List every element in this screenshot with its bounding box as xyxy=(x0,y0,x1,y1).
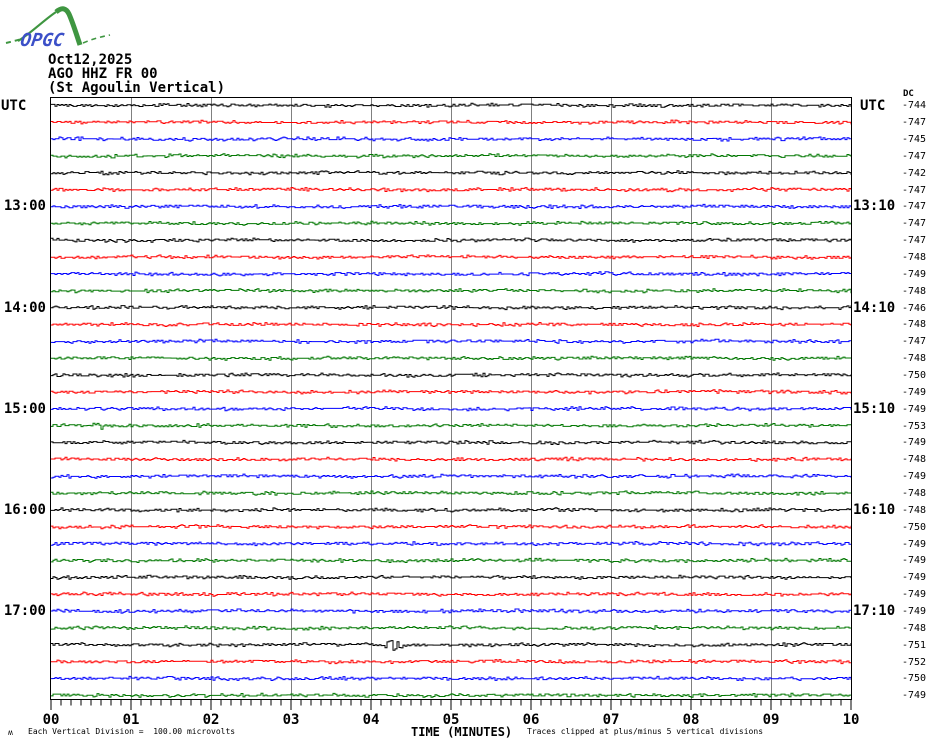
dc-offset-value: -749 xyxy=(902,606,927,617)
hour-label-right: 17:10 xyxy=(853,603,896,619)
dc-offset-value: -749 xyxy=(902,437,927,449)
dc-offset-value: -749 xyxy=(902,403,927,415)
dc-offset-value: -749 xyxy=(902,572,927,584)
x-axis-ticks xyxy=(50,700,852,710)
dc-offset-value: -748 xyxy=(902,353,927,365)
opgc-logo: OPGC xyxy=(4,2,114,54)
plot-date: Oct12,2025 xyxy=(48,52,133,68)
hour-label-left: 17:00 xyxy=(3,603,46,619)
clip-note: Traces clipped at plus/minus 5 vertical … xyxy=(527,727,764,736)
station-code: AGO HHZ FR 00 xyxy=(48,66,158,82)
x-tick-label: 08 xyxy=(682,712,700,728)
dc-offset-value: -749 xyxy=(902,471,927,483)
hour-label-right: 13:10 xyxy=(853,198,896,215)
hour-label-left: 13:00 xyxy=(3,198,46,215)
dc-offset-value: -753 xyxy=(902,420,927,432)
dc-offset-value: -748 xyxy=(902,488,927,499)
hour-label-right: 16:10 xyxy=(853,501,896,518)
x-tick-label: 04 xyxy=(362,712,380,728)
volcano-logo-icon: OPGC xyxy=(5,6,111,51)
x-tick-label: 06 xyxy=(522,712,540,728)
title-block: Oct12,2025 AGO HHZ FR 00 (St Agoulin Ver… xyxy=(48,53,225,95)
helicorder-page: { "logo": { "name": "OPGC", "curve_color… xyxy=(0,0,930,744)
x-tick-label: 02 xyxy=(202,712,220,728)
dc-offset-value: -744 xyxy=(902,100,927,112)
dc-offset-value: -747 xyxy=(902,150,927,162)
dc-offset-value: -749 xyxy=(902,538,927,550)
dc-offset-value: -748 xyxy=(902,319,927,331)
dc-offset-value: -749 xyxy=(902,589,927,601)
dc-offset-value: -752 xyxy=(902,656,927,668)
dc-offset-value: -749 xyxy=(902,555,927,567)
dc-offset-value: -749 xyxy=(902,690,927,702)
dc-offset-value: -748 xyxy=(902,454,927,466)
dc-offset-value: -751 xyxy=(902,639,927,651)
x-tick-label: 01 xyxy=(122,712,140,728)
dc-offset-value: -747 xyxy=(902,235,927,247)
dc-offset-value: -748 xyxy=(902,285,927,297)
x-tick-label: 07 xyxy=(602,712,620,728)
hour-label-right: 14:10 xyxy=(853,299,896,316)
dc-offset-value: -747 xyxy=(902,336,927,348)
dc-offset-value: -748 xyxy=(902,252,927,263)
x-tick-label: 00 xyxy=(42,712,60,728)
dc-offset-value: -745 xyxy=(902,134,927,145)
seismogram-plot xyxy=(50,97,852,700)
dc-offset-value: -750 xyxy=(902,521,927,533)
dc-offset-value: -747 xyxy=(902,201,927,213)
dc-offset-value: -747 xyxy=(902,117,927,129)
utc-header-left: UTC xyxy=(1,98,27,114)
dc-offset-value: -748 xyxy=(902,622,927,634)
dc-offset-value: -749 xyxy=(902,268,927,280)
logo-text: OPGC xyxy=(19,30,65,50)
trace-row xyxy=(51,608,851,614)
station-name: (St Agoulin Vertical) xyxy=(48,80,226,96)
hour-label-left: 16:00 xyxy=(3,501,46,518)
dc-offset-value: -747 xyxy=(902,218,927,230)
x-tick-label: 03 xyxy=(282,712,300,728)
utc-header-right: UTC xyxy=(860,98,886,114)
dc-offset-value: -748 xyxy=(902,504,927,516)
x-axis-title: TIME (MINUTES) xyxy=(411,725,513,739)
dc-header: DC xyxy=(903,89,914,99)
x-tick-label: 09 xyxy=(762,712,780,728)
dc-offset-value: -742 xyxy=(902,167,927,179)
traces-svg xyxy=(51,98,851,699)
dc-offset-value: -747 xyxy=(902,184,927,196)
footer-mark: ʍ xyxy=(8,728,13,737)
scale-note: Each Vertical Division = 100.00 microvol… xyxy=(28,727,236,736)
dc-offset-value: -750 xyxy=(902,370,927,381)
dc-offset-value: -749 xyxy=(902,386,927,398)
hour-label-right: 15:10 xyxy=(853,400,896,417)
hour-label-left: 15:00 xyxy=(3,400,46,417)
x-tick-label: 10 xyxy=(842,712,860,728)
dc-offset-value: -750 xyxy=(902,673,927,685)
hour-label-left: 14:00 xyxy=(3,299,46,316)
dc-offset-value: -746 xyxy=(902,302,927,314)
